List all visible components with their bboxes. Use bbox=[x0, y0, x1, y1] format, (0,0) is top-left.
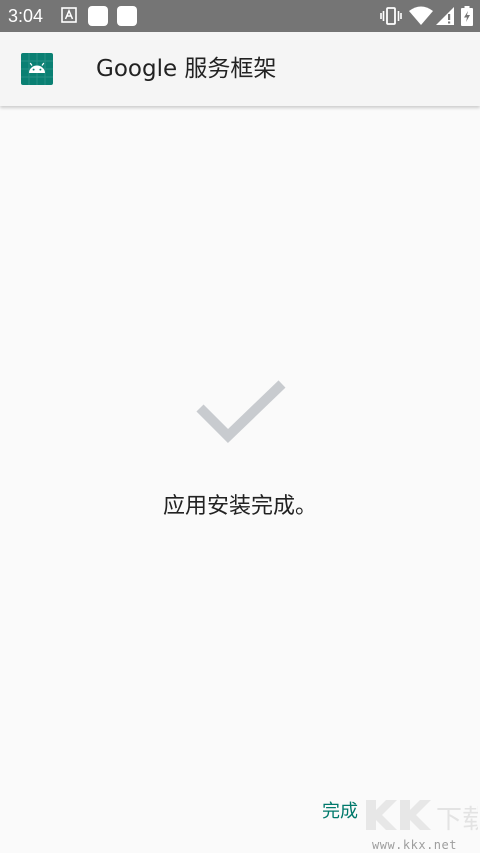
status-time: 3:04 bbox=[8, 6, 44, 26]
watermark-url: www.kkx.net bbox=[372, 838, 457, 852]
app-bar: Google 服务框架 bbox=[0, 32, 480, 106]
android-robot-icon bbox=[21, 53, 53, 85]
notification-square-icon bbox=[117, 6, 137, 26]
app-title: Google 服务框架 bbox=[96, 56, 277, 82]
notification-square-icon bbox=[88, 6, 108, 26]
wifi-icon bbox=[409, 6, 433, 25]
install-complete-message: 应用安装完成。 bbox=[162, 494, 317, 519]
svg-text:下载: 下载 bbox=[436, 805, 478, 835]
status-bar: 3:04 bbox=[0, 0, 480, 32]
done-button[interactable]: 完成 bbox=[316, 794, 364, 828]
battery-charging-icon bbox=[461, 6, 473, 26]
check-mark-icon bbox=[196, 380, 286, 444]
vibrate-icon bbox=[380, 7, 402, 25]
no-sim-icon bbox=[436, 7, 454, 25]
a-notification-icon bbox=[61, 7, 77, 23]
